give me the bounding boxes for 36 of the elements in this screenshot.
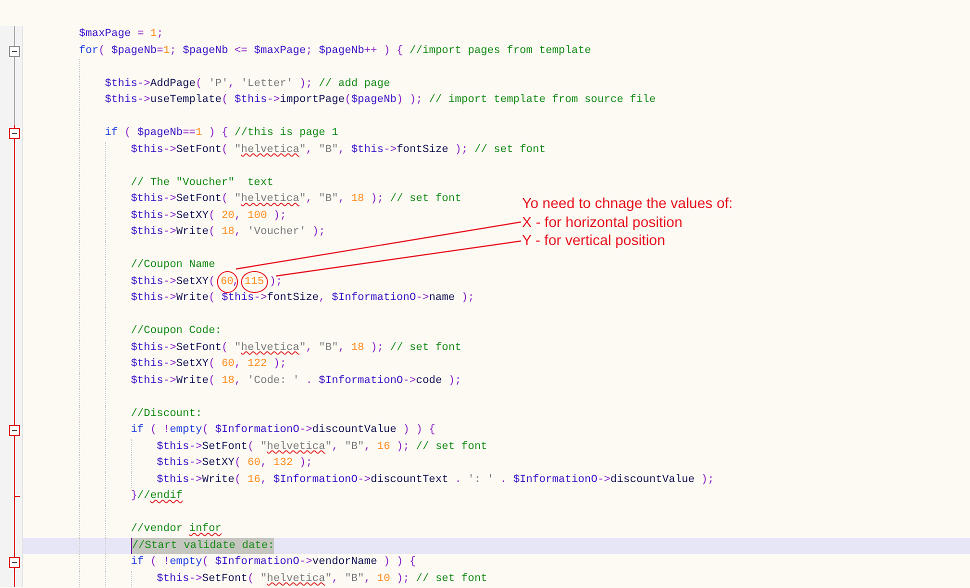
fold-collapse-icon[interactable] bbox=[9, 557, 20, 568]
code-line: $this->SetFont( "helvetica", "B", 10 ); // set font bbox=[156, 572, 488, 586]
fold-collapse-icon[interactable] bbox=[9, 425, 20, 436]
code-line: $this->Write( 16, $InformationO->discountText . ': ' . $InformationO->discountValue ); bbox=[156, 472, 714, 488]
code-line: $this->Write( $this->fontSize, $InformationO->name ); bbox=[130, 291, 474, 306]
code-line: $this->SetFont( "helvetica", "B", $this->fontSize ); // set font bbox=[130, 142, 546, 158]
code-text: , bbox=[232, 274, 240, 290]
code-line: $this->Write( 18, 'Code: ' . $InformationO->code ); bbox=[130, 374, 462, 388]
code-line: $this->SetFont( "helvetica", "B", 18 ); // set font bbox=[130, 340, 462, 356]
annotation-text: Y - for vertical position bbox=[522, 232, 666, 250]
code-line: $this->SetXY( 60, 132 ); bbox=[156, 456, 312, 471]
fold-collapse-icon[interactable] bbox=[9, 46, 20, 56]
code-text: ); bbox=[268, 274, 282, 290]
code-line: //Coupon Name bbox=[130, 258, 216, 273]
code-line: $this->SetFont( "helvetica", "B", 18 ); // set font bbox=[130, 192, 462, 207]
code-line: $maxPage = 1; bbox=[79, 27, 164, 42]
code-text: $this->SetXY( bbox=[130, 274, 216, 290]
annotation-text: X - for horizontal position bbox=[522, 214, 682, 232]
code-line: }//endif bbox=[130, 489, 183, 504]
code-line: for( $pageNb=1; $pageNb <= $maxPage; $pageNb++ ) { //import pages from template bbox=[79, 44, 591, 58]
fold-collapse-icon[interactable] bbox=[9, 128, 20, 139]
code-line: // The "Voucher" text bbox=[130, 176, 274, 190]
code-line: $this->SetXY( 20, 100 ); bbox=[130, 208, 286, 224]
code-line: //Coupon Code: bbox=[130, 324, 222, 339]
code-line: if ( !empty( $InformationO->vendorName ) ) { bbox=[130, 555, 416, 570]
code-line: $this->SetFont( "helvetica", "B", 16 ); // set font bbox=[156, 440, 488, 454]
code-line: if ( !empty( $InformationO->discountValue ) ) { bbox=[130, 423, 436, 438]
code-line: $this->Write( 18, 'Voucher' ); bbox=[130, 225, 326, 240]
code-line: //Discount: bbox=[130, 406, 202, 422]
circled-value: 115 bbox=[240, 270, 268, 293]
code-line: $this->AddPage( 'P', 'Letter' ); // add page bbox=[104, 76, 390, 92]
code-line: //vendor infor bbox=[130, 522, 222, 537]
annotation-text: Yo need to chnage the values of: bbox=[522, 195, 733, 214]
code-line: $this->SetXY( 60, 122 ); bbox=[130, 357, 286, 372]
code-line: if ( $pageNb==1 ) { //this is page 1 bbox=[104, 126, 338, 141]
code-line: $this->useTemplate( $this->importPage($pageNb) ); // import template from source file bbox=[104, 93, 656, 108]
